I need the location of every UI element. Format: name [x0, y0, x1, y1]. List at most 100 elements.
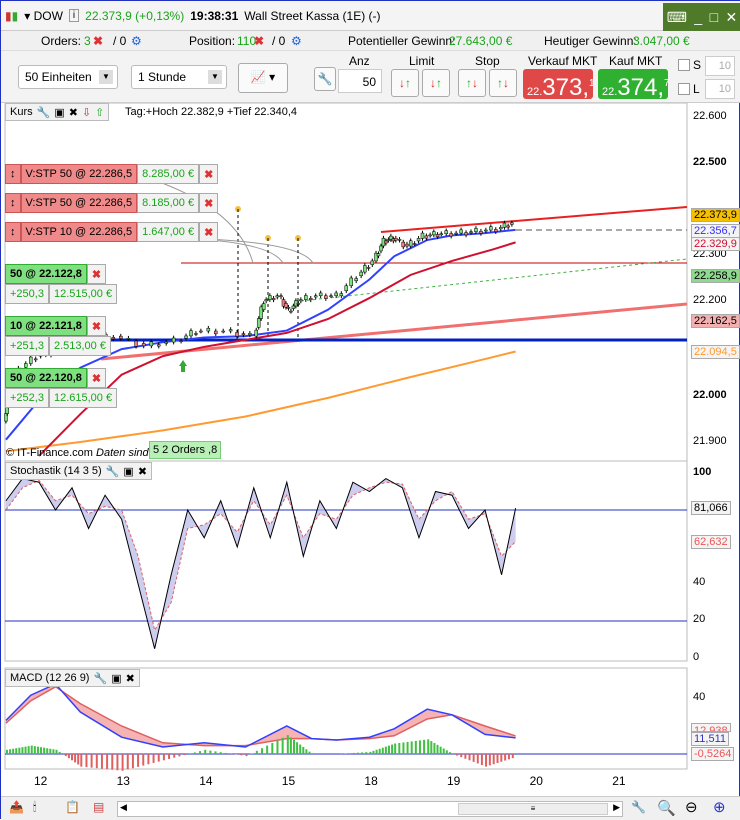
info-icon[interactable]: i: [69, 9, 79, 22]
stop-order-label: V:STP 50 @ 22.286,5: [21, 193, 138, 213]
wrench-icon[interactable]: 🔧: [37, 106, 51, 119]
stop-order-tag[interactable]: ↕V:STP 10 @ 22.286,51.647,00 €✖: [5, 222, 218, 242]
zoom-fit-icon[interactable]: 🔍: [657, 799, 676, 817]
position-tag[interactable]: 50 @ 22.122,8✖: [5, 264, 106, 284]
window-icon[interactable]: ▣: [123, 465, 133, 478]
cancel-orders-icon[interactable]: ✖: [93, 34, 103, 48]
macd-histogram-bar: [9, 749, 11, 754]
buy-market-button[interactable]: 22.374,7: [598, 69, 668, 99]
macd-histogram-bar: [398, 743, 400, 754]
chart-type-icon[interactable]: 🕯: [33, 800, 36, 815]
close-button[interactable]: ✕: [726, 9, 738, 26]
scroll-thumb[interactable]: ≡: [458, 803, 608, 815]
maximize-button[interactable]: □: [710, 9, 718, 25]
sell-pip: 1: [589, 78, 595, 89]
macd-histogram-bar: [71, 754, 73, 760]
orders-badge[interactable]: 5 2 Orders ,8: [149, 441, 221, 459]
stop-buy-button[interactable]: ↑↓: [458, 69, 486, 97]
wrench-icon[interactable]: 🔧: [93, 672, 107, 685]
candle: [324, 296, 327, 299]
close-position-icon[interactable]: ✖: [87, 264, 106, 284]
buy-arrow-icon[interactable]: ⇧: [95, 106, 104, 119]
close-position-icon[interactable]: ✖: [254, 34, 264, 48]
sell-market-button[interactable]: 22.373,1: [523, 69, 593, 99]
candle: [284, 303, 287, 307]
orders-badge-suffix: ,8: [208, 444, 217, 456]
macd-histogram-bar: [276, 740, 278, 754]
macd-histogram-bar: [43, 748, 45, 754]
drag-handle-icon[interactable]: ↕: [5, 164, 21, 184]
price-tick: 22.200: [693, 294, 727, 306]
macd-histogram-bar: [427, 739, 429, 754]
macd-histogram-bar: [6, 750, 8, 754]
cancel-order-icon[interactable]: ✖: [199, 164, 218, 184]
drag-handle-icon[interactable]: ↕: [5, 193, 21, 213]
close-icon[interactable]: ✖: [126, 672, 135, 685]
close-icon[interactable]: ✖: [138, 465, 147, 478]
position-tag[interactable]: 50 @ 22.120,8✖: [5, 368, 106, 388]
stop-order-tag[interactable]: ↕V:STP 50 @ 22.286,58.185,00 €✖: [5, 193, 218, 213]
macd-histogram-bar: [225, 753, 227, 754]
candle: [319, 293, 322, 296]
drag-handle-icon[interactable]: ↕: [5, 222, 21, 242]
candle: [413, 244, 416, 245]
stoch-d-line: [6, 480, 516, 630]
zoom-in-icon[interactable]: ⊕: [713, 798, 726, 816]
stop-loss-checkbox[interactable]: [678, 59, 690, 71]
candle: [119, 336, 122, 338]
take-profit-checkbox[interactable]: [678, 83, 690, 95]
indicator-button[interactable]: 📈 ▾: [238, 63, 288, 93]
macd-histogram-bar: [388, 746, 390, 754]
sell-arrow-icon[interactable]: ⇩: [82, 106, 91, 119]
window-icon[interactable]: ▣: [111, 672, 121, 685]
stop-order-tag[interactable]: ↕V:STP 50 @ 22.286,58.285,00 €✖: [5, 164, 218, 184]
limit-sell-button[interactable]: ↓↑: [391, 69, 419, 97]
units-select[interactable]: 50 Einheiten▼: [18, 65, 118, 89]
buy-price: 374,: [617, 74, 664, 101]
chart-settings-icon[interactable]: 🔧: [631, 800, 646, 814]
stop-loss-input[interactable]: 10: [705, 56, 735, 76]
window-icon[interactable]: ▣: [54, 106, 64, 119]
quantity-input[interactable]: 50: [338, 69, 382, 93]
stop-sell-button[interactable]: ↑↓: [489, 69, 517, 97]
wrench-icon[interactable]: 🔧: [106, 465, 120, 478]
report-icon[interactable]: 📋: [65, 800, 80, 814]
export-chart-icon[interactable]: 📤: [9, 800, 24, 814]
candlestick-icon[interactable]: ▮▮: [5, 9, 18, 23]
close-icon[interactable]: ✖: [69, 106, 78, 119]
position-tag[interactable]: 10 @ 22.121,8✖: [5, 316, 106, 336]
macd-pane-header: MACD (12 26 9)🔧▣✖: [5, 669, 140, 687]
close-position-icon[interactable]: ✖: [87, 316, 106, 336]
candle: [112, 337, 115, 339]
close-position-icon[interactable]: ✖: [87, 368, 106, 388]
keyboard-icon[interactable]: ⌨: [667, 9, 687, 26]
zoom-out-icon[interactable]: ⊖: [685, 798, 698, 816]
scroll-right-icon[interactable]: ▶: [613, 802, 620, 813]
interval-select[interactable]: 1 Stunde▼: [131, 65, 227, 89]
limit-buy-button[interactable]: ↓↑: [422, 69, 450, 97]
scroll-left-icon[interactable]: ◀: [120, 802, 127, 813]
price-badge: 22.094,5: [691, 345, 740, 359]
candle: [242, 334, 245, 335]
candle: [299, 300, 302, 301]
cancel-order-icon[interactable]: ✖: [199, 222, 218, 242]
candle: [455, 233, 458, 234]
take-profit-input[interactable]: 10: [705, 79, 735, 99]
candle: [379, 246, 382, 251]
macd-histogram-bar: [12, 749, 14, 754]
chart-indicator-icon: 📈: [251, 70, 266, 84]
candle: [248, 333, 251, 335]
symbol-dropdown[interactable]: ▾ DOW: [24, 9, 63, 23]
horizontal-scrollbar[interactable]: ◀ ≡ ▶: [117, 801, 623, 817]
chevron-down-icon: ▼: [99, 70, 113, 84]
gear-icon[interactable]: ⚙: [131, 34, 142, 48]
macd-histogram-bar: [184, 754, 186, 755]
cancel-order-icon[interactable]: ✖: [199, 193, 218, 213]
settings-wrench-button[interactable]: 🔧: [314, 67, 336, 91]
order-book-icon[interactable]: ▤: [93, 800, 104, 814]
minimize-button[interactable]: _: [694, 9, 702, 25]
macd-histogram-bar: [40, 747, 42, 754]
gear-icon[interactable]: ⚙: [291, 34, 302, 48]
macd-histogram-bar: [456, 754, 458, 756]
candle: [24, 364, 27, 368]
